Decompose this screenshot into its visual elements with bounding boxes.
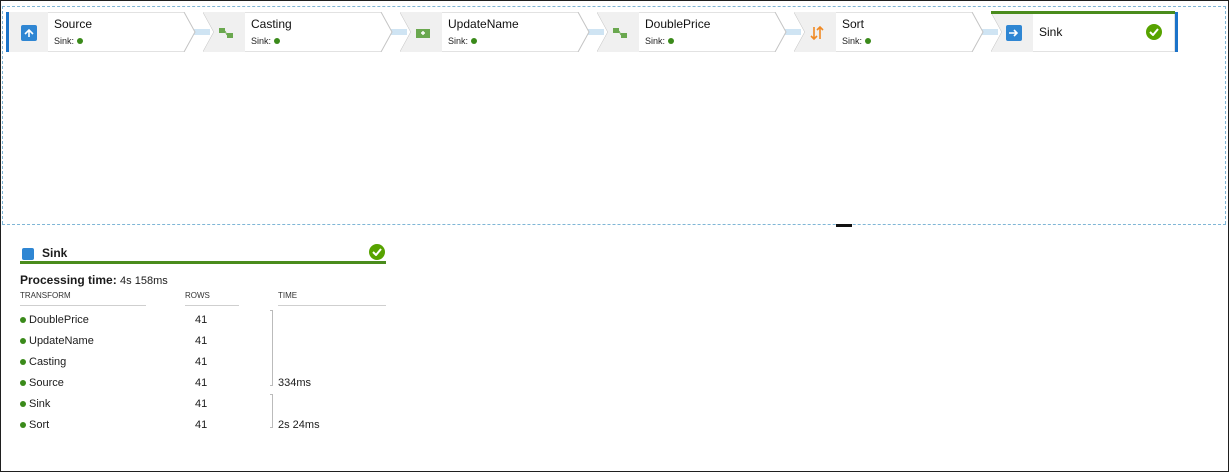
row-count: 41 — [195, 335, 208, 347]
canvas-border-top — [2, 6, 1226, 7]
row-count: 41 — [195, 419, 208, 431]
status-dot — [20, 317, 26, 323]
processing-time-value: 4s 158ms — [120, 275, 168, 287]
status-dot — [77, 38, 84, 44]
sink-details-panel: Sink Processing time: 4s 158ms TRANSFORM… — [20, 242, 386, 431]
transform-name: DoublePrice — [29, 314, 89, 326]
table-row: UpdateName 41 — [20, 334, 386, 350]
sort-icon — [809, 25, 825, 41]
status-dot — [20, 380, 26, 386]
status-dot — [20, 422, 26, 428]
selection-marker — [1175, 12, 1178, 52]
node-title: DoublePrice — [645, 17, 711, 31]
panel-resize-handle[interactable] — [836, 224, 852, 227]
node-status: Sink: — [842, 36, 872, 46]
panel-header: Sink — [20, 242, 386, 264]
row-count: 41 — [195, 377, 208, 389]
node-status: Sink: — [54, 36, 84, 46]
transform-time: 334ms — [278, 377, 312, 389]
transform-name: Casting — [29, 356, 67, 368]
node-sink[interactable]: Sink — [991, 11, 1178, 52]
selection-marker — [6, 12, 9, 52]
source-icon — [21, 25, 37, 41]
casting-icon — [218, 25, 234, 41]
status-dot — [668, 38, 675, 44]
node-title: Source — [54, 17, 93, 31]
node-title: Sort — [842, 17, 865, 31]
node-sort[interactable]: Sort Sink: — [794, 12, 984, 52]
transform-time: 2s 24ms — [278, 419, 320, 431]
node-status: Sink: — [251, 36, 281, 46]
status-dot — [20, 359, 26, 365]
table-row: Sort 41 2s 24ms — [20, 418, 386, 434]
pipeline-flow: Source Sink: Casting Sink: UpdateName Si… — [6, 11, 1186, 52]
transform-name: Sink — [29, 398, 51, 410]
transform-name: Source — [29, 377, 64, 389]
row-count: 41 — [195, 314, 208, 326]
success-bar — [991, 11, 1175, 14]
canvas-border-right — [1225, 6, 1226, 224]
node-casting[interactable]: Casting Sink: — [203, 12, 393, 52]
column-header-transform: TRANSFORM — [20, 291, 146, 306]
status-dot — [471, 38, 478, 44]
node-status: Sink: — [645, 36, 675, 46]
status-dot — [274, 38, 281, 44]
table-row: Casting 41 — [20, 355, 386, 371]
column-header-rows: ROWS — [185, 291, 239, 306]
node-source[interactable]: Source Sink: — [6, 12, 196, 52]
row-count: 41 — [195, 398, 208, 410]
column-header-time: TIME — [278, 291, 386, 306]
node-title: UpdateName — [448, 17, 519, 31]
row-count: 41 — [195, 356, 208, 368]
update-name-icon — [415, 25, 431, 41]
processing-time: Processing time: 4s 158ms — [20, 273, 168, 287]
canvas-border-left — [2, 6, 3, 224]
node-title: Casting — [251, 17, 292, 31]
node-double-price[interactable]: DoublePrice Sink: — [597, 12, 787, 52]
status-dot — [865, 38, 872, 44]
table-row: Source 41 334ms — [20, 376, 386, 392]
transform-name: Sort — [29, 419, 50, 431]
status-dot — [20, 401, 26, 407]
processing-time-label: Processing time: — [20, 273, 117, 287]
node-update-name[interactable]: UpdateName Sink: — [400, 12, 590, 52]
double-price-icon — [612, 25, 628, 41]
status-dot — [20, 338, 26, 344]
node-status: Sink: — [448, 36, 478, 46]
canvas-divider — [2, 224, 1226, 225]
sink-icon — [22, 248, 34, 260]
panel-title: Sink — [42, 246, 68, 260]
node-title: Sink — [1039, 25, 1063, 39]
table-row: DoublePrice 41 — [20, 313, 386, 329]
transform-name: UpdateName — [29, 335, 94, 347]
success-check-icon — [1146, 24, 1162, 40]
success-check-icon — [369, 244, 385, 260]
sink-icon — [1006, 25, 1022, 41]
table-row: Sink 41 — [20, 397, 386, 413]
